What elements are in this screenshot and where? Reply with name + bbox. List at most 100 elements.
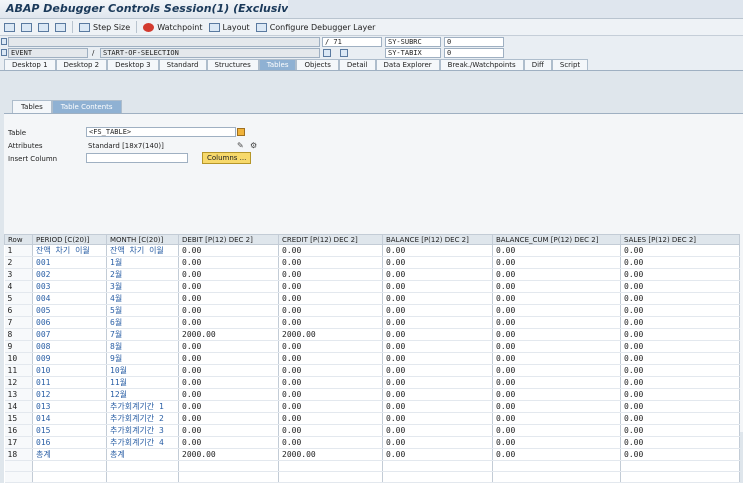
column-header[interactable]: Row xyxy=(4,234,33,245)
table-cell[interactable]: 0.00 xyxy=(382,280,493,293)
tab-desktop-2[interactable]: Desktop 2 xyxy=(55,59,108,70)
table-row[interactable]: 15 014 추가회계기간 2 0.00 0.00 0.00 0.00 0.00 xyxy=(4,412,740,425)
table-row[interactable]: 5 004 4월 0.00 0.00 0.00 0.00 0.00 xyxy=(4,292,740,305)
table-cell[interactable]: 0.00 xyxy=(278,424,383,437)
table-cell[interactable]: 006 xyxy=(32,316,107,329)
line-field[interactable]: / 71 xyxy=(322,37,382,47)
column-header[interactable]: BALANCE_CUM [P(12) DEC 2] xyxy=(492,234,621,245)
table-cell[interactable]: 0.00 xyxy=(178,304,279,317)
table-cell[interactable]: 5 xyxy=(4,292,33,305)
tab-standard[interactable]: Standard xyxy=(158,59,207,70)
tab-diff[interactable]: Diff xyxy=(523,59,552,70)
watchpoint-button[interactable]: Watchpoint xyxy=(143,22,203,32)
tab-tables[interactable]: Tables xyxy=(258,59,297,70)
program-field[interactable] xyxy=(8,37,320,47)
table-cell[interactable]: 003 xyxy=(32,280,107,293)
table-cell[interactable]: 0.00 xyxy=(178,352,279,365)
table-cell[interactable]: 12 xyxy=(4,376,33,389)
table-cell[interactable]: 1월 xyxy=(106,256,179,269)
table-cell[interactable]: 0.00 xyxy=(382,388,493,401)
table-cell[interactable]: 0.00 xyxy=(620,256,740,269)
table-cell[interactable]: 001 xyxy=(32,256,107,269)
table-cell[interactable]: 17 xyxy=(4,436,33,449)
table-cell[interactable]: 0.00 xyxy=(178,400,279,413)
table-row[interactable]: 3 002 2월 0.00 0.00 0.00 0.00 0.00 xyxy=(4,268,740,281)
table-cell[interactable]: 0.00 xyxy=(178,268,279,281)
table-row[interactable]: 11 010 10월 0.00 0.00 0.00 0.00 0.00 xyxy=(4,364,740,377)
table-cell[interactable]: 0.00 xyxy=(382,304,493,317)
info-icon[interactable] xyxy=(340,49,348,57)
table-cell[interactable]: 0.00 xyxy=(492,304,621,317)
table-cell[interactable]: 0.00 xyxy=(278,352,383,365)
table-cell[interactable]: 추가회계기간 4 xyxy=(106,436,179,449)
tab-desktop-3[interactable]: Desktop 3 xyxy=(107,59,159,70)
subtab-table-contents[interactable]: Table Contents xyxy=(51,100,122,113)
table-cell[interactable]: 014 xyxy=(32,412,107,425)
table-cell[interactable]: 0.00 xyxy=(382,244,493,257)
table-cell[interactable]: 2000.00 xyxy=(178,328,279,341)
table-cell[interactable]: 0.00 xyxy=(620,364,740,377)
table-cell[interactable]: 잔액 차기 이월 xyxy=(32,244,107,257)
table-cell[interactable]: 0.00 xyxy=(492,388,621,401)
table-cell[interactable]: 0.00 xyxy=(492,280,621,293)
table-cell[interactable]: 0.00 xyxy=(178,412,279,425)
table-cell[interactable]: 005 xyxy=(32,304,107,317)
table-cell[interactable]: 0.00 xyxy=(178,376,279,389)
sysvar1-value[interactable]: 0 xyxy=(444,37,504,47)
table-cell[interactable]: 0.00 xyxy=(382,292,493,305)
table-row[interactable]: 8 007 7월 2000.00 2000.00 0.00 0.00 0.00 xyxy=(4,328,740,341)
table-cell[interactable]: 0.00 xyxy=(382,328,493,341)
event-type-field[interactable]: EVENT xyxy=(8,48,88,58)
step-over-icon[interactable] xyxy=(21,22,32,32)
table-cell[interactable]: 0.00 xyxy=(620,412,740,425)
settings-icon[interactable]: ⚙ xyxy=(250,142,258,150)
layout-button[interactable]: Layout xyxy=(208,22,250,32)
table-cell[interactable]: 0.00 xyxy=(382,412,493,425)
table-name-field[interactable]: <FS_TABLE> xyxy=(86,127,236,137)
tab-desktop-1[interactable]: Desktop 1 xyxy=(4,59,56,70)
table-cell[interactable]: 8월 xyxy=(106,340,179,353)
table-cell[interactable]: 0.00 xyxy=(492,268,621,281)
table-cell[interactable]: 0.00 xyxy=(278,292,383,305)
column-header[interactable]: SALES [P(12) DEC 2] xyxy=(620,234,740,245)
table-cell[interactable]: 7월 xyxy=(106,328,179,341)
table-cell[interactable]: 0.00 xyxy=(382,424,493,437)
table-cell[interactable]: 0.00 xyxy=(178,316,279,329)
table-cell[interactable]: 0.00 xyxy=(620,400,740,413)
table-cell[interactable]: 5월 xyxy=(106,304,179,317)
table-cell[interactable]: 0.00 xyxy=(620,244,740,257)
table-cell[interactable]: 0.00 xyxy=(178,256,279,269)
table-cell[interactable]: 0.00 xyxy=(492,316,621,329)
column-header[interactable]: DEBIT [P(12) DEC 2] xyxy=(178,234,279,245)
step-size-button[interactable]: Step Size xyxy=(79,22,130,32)
table-cell[interactable]: 0.00 xyxy=(492,400,621,413)
table-cell[interactable]: 18 xyxy=(4,448,33,461)
table-cell[interactable]: 3 xyxy=(4,268,33,281)
edit-icon[interactable]: ✎ xyxy=(237,142,245,150)
table-cell[interactable]: 012 xyxy=(32,388,107,401)
table-cell[interactable]: 013 xyxy=(32,400,107,413)
table-cell[interactable]: 0.00 xyxy=(492,256,621,269)
table-cell[interactable]: 잔액 차기 이월 xyxy=(106,244,179,257)
table-cell[interactable]: 0.00 xyxy=(492,448,621,461)
table-cell[interactable]: 0.00 xyxy=(620,448,740,461)
table-cell[interactable]: 0.00 xyxy=(620,424,740,437)
table-cell[interactable]: 0.00 xyxy=(620,352,740,365)
table-row[interactable]: 7 006 6월 0.00 0.00 0.00 0.00 0.00 xyxy=(4,316,740,329)
table-cell[interactable]: 008 xyxy=(32,340,107,353)
table-cell[interactable]: 0.00 xyxy=(492,292,621,305)
return-icon[interactable] xyxy=(38,22,49,32)
table-row[interactable]: 12 011 11월 0.00 0.00 0.00 0.00 0.00 xyxy=(4,376,740,389)
table-cell[interactable]: 0.00 xyxy=(278,256,383,269)
table-cell[interactable]: 0.00 xyxy=(178,292,279,305)
table-cell[interactable]: 0.00 xyxy=(620,436,740,449)
table-cell[interactable]: 9 xyxy=(4,340,33,353)
table-cell[interactable]: 총계 xyxy=(32,448,107,461)
sysvar2-name[interactable]: SY-TABIX xyxy=(385,48,441,58)
table-row[interactable]: 14 013 추가회계기간 1 0.00 0.00 0.00 0.00 0.00 xyxy=(4,400,740,413)
table-cell[interactable]: 6 xyxy=(4,304,33,317)
table-cell[interactable]: 0.00 xyxy=(382,448,493,461)
table-row[interactable]: 1 잔액 차기 이월 잔액 차기 이월 0.00 0.00 0.00 0.00 0.00 xyxy=(4,244,740,257)
table-cell[interactable]: 11월 xyxy=(106,376,179,389)
tab-structures[interactable]: Structures xyxy=(206,59,259,70)
